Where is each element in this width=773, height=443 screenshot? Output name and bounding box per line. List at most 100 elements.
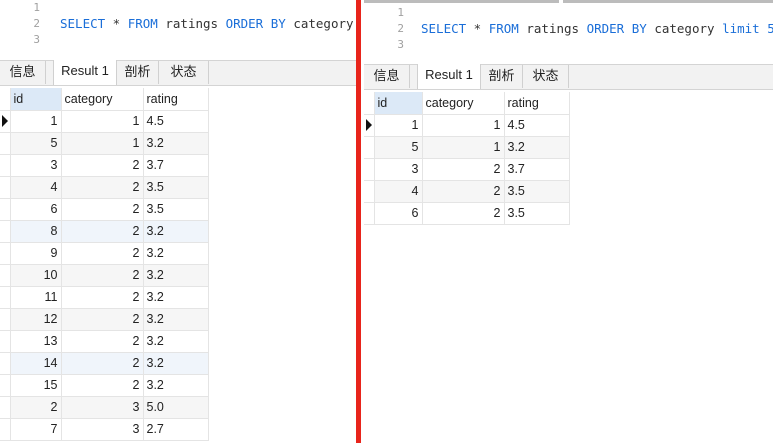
table-row[interactable]: 7 3 2.7: [0, 418, 209, 441]
cell-id[interactable]: 5: [10, 132, 62, 155]
tab-info[interactable]: 信息: [364, 65, 410, 88]
cell-category[interactable]: 3: [61, 418, 144, 441]
cell-rating[interactable]: 3.5: [504, 180, 570, 203]
cell-category[interactable]: 1: [61, 110, 144, 133]
table-row[interactable]: 1 1 4.5: [0, 110, 209, 133]
cell-id[interactable]: 9: [10, 242, 62, 265]
column-header-id[interactable]: id: [374, 92, 423, 115]
cell-category[interactable]: 2: [422, 202, 505, 225]
cell-id[interactable]: 3: [374, 158, 423, 181]
cell-id[interactable]: 2: [10, 396, 62, 419]
cell-id[interactable]: 8: [10, 220, 62, 243]
cell-category[interactable]: 2: [61, 198, 144, 221]
cell-id[interactable]: 4: [374, 180, 423, 203]
table-row[interactable]: 13 2 3.2: [0, 330, 209, 353]
cell-id[interactable]: 14: [10, 352, 62, 375]
cell-rating[interactable]: 3.2: [143, 352, 209, 375]
table-row[interactable]: 3 2 3.7: [0, 154, 209, 177]
cell-rating[interactable]: 3.2: [143, 220, 209, 243]
table-row[interactable]: 10 2 3.2: [0, 264, 209, 287]
cell-category[interactable]: 2: [61, 176, 144, 199]
cell-category[interactable]: 2: [422, 158, 505, 181]
tab-result-1[interactable]: Result 1: [53, 60, 117, 85]
cell-id[interactable]: 4: [10, 176, 62, 199]
cell-category[interactable]: 1: [61, 132, 144, 155]
table-row[interactable]: 5 1 3.2: [364, 136, 570, 159]
tab-profile[interactable]: 剖析: [481, 65, 523, 88]
cell-rating[interactable]: 2.7: [143, 418, 209, 441]
cell-rating[interactable]: 3.2: [143, 330, 209, 353]
cell-category[interactable]: 3: [61, 396, 144, 419]
cell-rating[interactable]: 3.2: [143, 308, 209, 331]
cell-rating[interactable]: 3.2: [143, 132, 209, 155]
line-number: 2: [397, 22, 404, 35]
cell-id[interactable]: 11: [10, 286, 62, 309]
cell-id[interactable]: 12: [10, 308, 62, 331]
table-row[interactable]: 1 1 4.5: [364, 114, 570, 137]
tab-result-1[interactable]: Result 1: [417, 64, 481, 89]
table-row[interactable]: 4 2 3.5: [364, 180, 570, 203]
sql-editor[interactable]: 1 2 3 SELECT * FROM ratings ORDER BY cat…: [0, 0, 356, 52]
column-header-category[interactable]: category: [61, 88, 144, 111]
cell-rating[interactable]: 3.2: [143, 374, 209, 397]
sql-code-line[interactable]: SELECT * FROM ratings ORDER BY category …: [421, 21, 773, 37]
sql-editor[interactable]: 1 2 3 SELECT * FROM ratings ORDER BY cat…: [364, 3, 773, 55]
cell-rating[interactable]: 3.7: [143, 154, 209, 177]
cell-id[interactable]: 1: [374, 114, 423, 137]
table-row[interactable]: 9 2 3.2: [0, 242, 209, 265]
column-header-category[interactable]: category: [422, 92, 505, 115]
table-row[interactable]: 6 2 3.5: [0, 198, 209, 221]
cell-category[interactable]: 2: [61, 220, 144, 243]
cell-rating[interactable]: 3.7: [504, 158, 570, 181]
cell-category[interactable]: 2: [61, 286, 144, 309]
cell-id[interactable]: 5: [374, 136, 423, 159]
cell-id[interactable]: 10: [10, 264, 62, 287]
cell-rating[interactable]: 4.5: [504, 114, 570, 137]
cell-id[interactable]: 1: [10, 110, 62, 133]
cell-id[interactable]: 6: [374, 202, 423, 225]
tab-profile[interactable]: 剖析: [117, 61, 159, 84]
cell-category[interactable]: 2: [61, 352, 144, 375]
tab-info[interactable]: 信息: [0, 61, 46, 84]
table-row[interactable]: 8 2 3.2: [0, 220, 209, 243]
cell-category[interactable]: 2: [61, 264, 144, 287]
cell-category[interactable]: 2: [61, 330, 144, 353]
cell-category[interactable]: 2: [61, 308, 144, 331]
cell-rating[interactable]: 3.2: [143, 286, 209, 309]
cell-category[interactable]: 2: [422, 180, 505, 203]
table-row[interactable]: 11 2 3.2: [0, 286, 209, 309]
table-row[interactable]: 12 2 3.2: [0, 308, 209, 331]
cell-category[interactable]: 2: [61, 374, 144, 397]
cell-category[interactable]: 2: [61, 154, 144, 177]
cell-category[interactable]: 1: [422, 136, 505, 159]
table-row[interactable]: 5 1 3.2: [0, 132, 209, 155]
row-indicator: [0, 176, 11, 199]
cell-rating[interactable]: 3.2: [143, 264, 209, 287]
cell-rating[interactable]: 3.5: [143, 198, 209, 221]
column-header-id[interactable]: id: [10, 88, 62, 111]
tab-status[interactable]: 状态: [523, 65, 569, 88]
table-row[interactable]: 3 2 3.7: [364, 158, 570, 181]
cell-id[interactable]: 3: [10, 154, 62, 177]
cell-id[interactable]: 13: [10, 330, 62, 353]
column-header-rating[interactable]: rating: [504, 92, 570, 115]
column-header-rating[interactable]: rating: [143, 88, 209, 111]
table-row[interactable]: 14 2 3.2: [0, 352, 209, 375]
table-row[interactable]: 4 2 3.5: [0, 176, 209, 199]
cell-rating[interactable]: 3.2: [143, 242, 209, 265]
table-row[interactable]: 15 2 3.2: [0, 374, 209, 397]
table-row[interactable]: 6 2 3.5: [364, 202, 570, 225]
cell-id[interactable]: 15: [10, 374, 62, 397]
cell-rating[interactable]: 5.0: [143, 396, 209, 419]
cell-rating[interactable]: 3.2: [504, 136, 570, 159]
cell-id[interactable]: 7: [10, 418, 62, 441]
cell-rating[interactable]: 4.5: [143, 110, 209, 133]
cell-rating[interactable]: 3.5: [504, 202, 570, 225]
tab-status[interactable]: 状态: [159, 61, 209, 84]
table-row[interactable]: 2 3 5.0: [0, 396, 209, 419]
cell-rating[interactable]: 3.5: [143, 176, 209, 199]
cell-id[interactable]: 6: [10, 198, 62, 221]
sql-code-line[interactable]: SELECT * FROM ratings ORDER BY category;: [60, 16, 356, 32]
cell-category[interactable]: 2: [61, 242, 144, 265]
cell-category[interactable]: 1: [422, 114, 505, 137]
